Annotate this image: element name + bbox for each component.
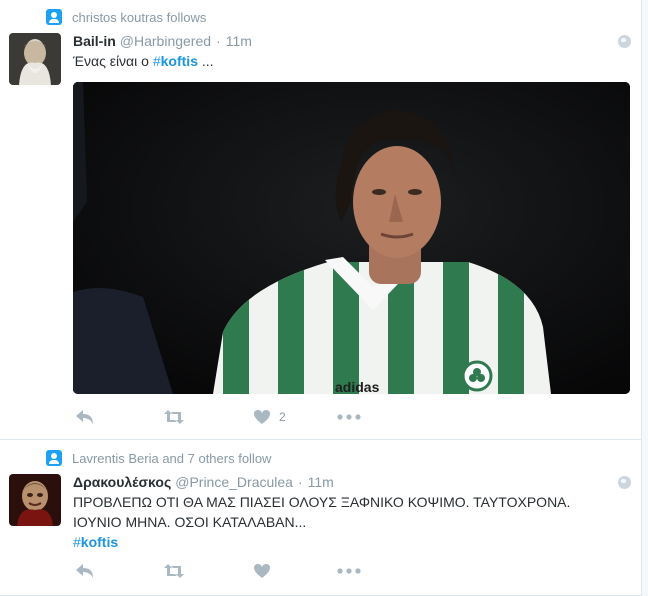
photo-sponsor-text: adidas (335, 379, 380, 394)
avatar-image (9, 474, 61, 526)
tweet-photo[interactable]: adidas (73, 82, 630, 394)
retweet-button[interactable] (163, 560, 185, 582)
tweet-header: Δρακουλέσκος @Prince_Draculea · 11m (73, 474, 334, 490)
heart-icon (254, 564, 270, 578)
tweet-actions (73, 560, 473, 582)
display-name[interactable]: Δρακουλέσκος (73, 474, 171, 490)
follow-context-icon (46, 9, 62, 25)
tweet-text-suffix: ... (197, 53, 214, 69)
timeline: christos koutras follows Bail-in @Harbin… (0, 0, 642, 596)
social-context: christos koutras follows (46, 8, 206, 26)
tweet-text-line: ΙΟΥΝΙΟ ΜΗΝΑ. ΟΣΟΙ ΚΑΤΑΛΑΒΑΝ... (73, 514, 307, 530)
reply-icon (76, 410, 93, 424)
retweet-icon (164, 410, 184, 424)
social-context-text: christos koutras follows (72, 9, 207, 25)
hashtag-word: koftis (160, 53, 198, 69)
globe-icon (618, 35, 631, 48)
social-context-text: Lavrentis Beria and 7 others follow (72, 450, 272, 466)
more-icon (337, 568, 361, 574)
display-name[interactable]: Bail-in (73, 33, 116, 49)
reply-button[interactable] (75, 406, 95, 428)
like-button[interactable] (253, 560, 271, 582)
separator: · (216, 33, 221, 49)
username[interactable]: @Prince_Draculea (175, 474, 293, 490)
tweet-text-line: ΠΡΟΒΛΕΠΩ ΟΤΙ ΘΑ ΜΑΣ ΠΙΑΣΕΙ ΟΛΟΥΣ ΞΑΦΝΙΚΟ… (73, 494, 571, 510)
more-button[interactable] (337, 406, 361, 428)
tweet-text-prefix: Ένας είναι ο (73, 53, 153, 69)
like-count: 2 (279, 410, 286, 424)
username[interactable]: @Harbingered (120, 33, 211, 49)
social-context: Lavrentis Beria and 7 others follow (46, 449, 271, 467)
tweet-text: Ένας είναι ο #koftis ... (73, 51, 214, 71)
tweet[interactable]: christos koutras follows Bail-in @Harbin… (0, 0, 642, 440)
avatar[interactable] (9, 474, 61, 526)
tweet-actions: 2 (73, 406, 473, 428)
like-button[interactable]: 2 (253, 406, 286, 428)
more-button[interactable] (337, 560, 361, 582)
avatar[interactable] (9, 33, 61, 85)
more-icon (337, 414, 361, 420)
hashtag-link[interactable]: #koftis (73, 534, 118, 550)
heart-icon (254, 410, 270, 424)
globe-icon (618, 476, 631, 489)
hashtag-symbol: # (73, 534, 81, 550)
reply-button[interactable] (75, 560, 95, 582)
follow-context-icon (46, 450, 62, 466)
timestamp[interactable]: 11m (226, 33, 252, 49)
timestamp[interactable]: 11m (308, 474, 334, 490)
reply-icon (76, 564, 93, 578)
retweet-button[interactable] (163, 406, 185, 428)
tweet[interactable]: Lavrentis Beria and 7 others follow Δρακ… (0, 440, 642, 596)
photo-image: adidas (73, 82, 630, 394)
hashtag-word: koftis (80, 534, 119, 550)
avatar-image (9, 33, 61, 85)
tweet-text: ΠΡΟΒΛΕΠΩ ΟΤΙ ΘΑ ΜΑΣ ΠΙΑΣΕΙ ΟΛΟΥΣ ΞΑΦΝΙΚΟ… (73, 492, 633, 552)
tweet-header: Bail-in @Harbingered · 11m (73, 33, 252, 49)
hashtag-symbol: # (152, 53, 161, 69)
retweet-icon (164, 564, 184, 578)
separator: · (297, 474, 303, 490)
hashtag-link[interactable]: #koftis (153, 53, 198, 69)
